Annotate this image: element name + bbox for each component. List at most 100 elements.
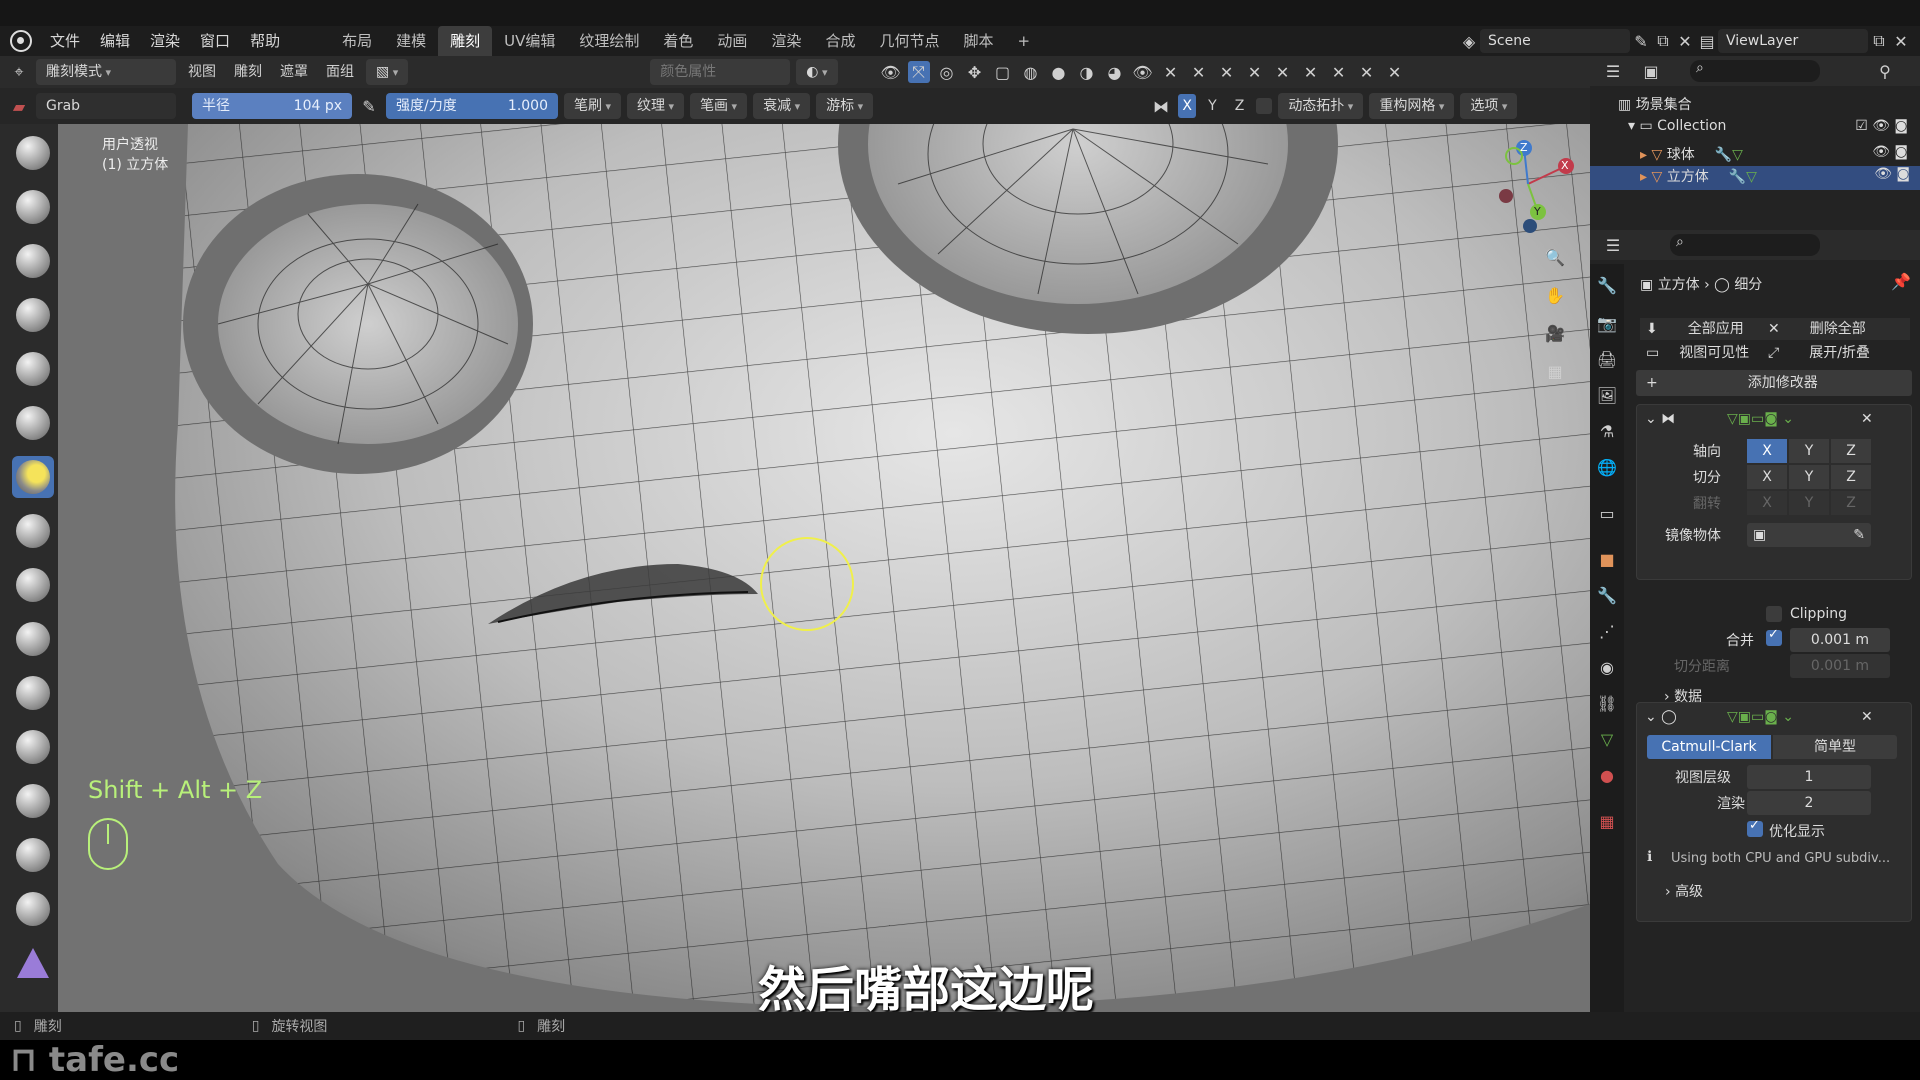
menu-render[interactable]: 渲染 <box>140 26 190 56</box>
wireframe-icon[interactable]: ◍ <box>1020 61 1042 83</box>
viewport-visibility-button[interactable]: ▭ 视图可见性 <box>1640 342 1749 362</box>
pressure-pen-icon[interactable]: ✎ <box>358 95 380 117</box>
dyntopo-dropdown[interactable]: 动态拓扑 <box>1278 93 1364 119</box>
tab-animation[interactable]: 动画 <box>705 26 759 56</box>
pin-properties-icon[interactable]: 📌 <box>1890 270 1912 292</box>
properties-search-input[interactable]: ⌕ <box>1670 234 1820 256</box>
clipping-checkbox[interactable] <box>1766 606 1782 622</box>
snap-icon-6[interactable]: ✕ <box>1328 61 1350 83</box>
color-attr-icon[interactable]: ▧ <box>366 59 409 85</box>
expand-collapse-button[interactable]: ⤢ 展开/折叠 <box>1768 342 1870 362</box>
menu-window[interactable]: 窗口 <box>190 26 240 56</box>
camera-icon[interactable]: 🎥 <box>1544 322 1566 344</box>
tool-grab[interactable] <box>12 456 54 498</box>
menu-view[interactable]: 视图 <box>182 59 222 85</box>
bisect-x-toggle[interactable]: X <box>1747 465 1787 489</box>
advanced-subpanel-toggle[interactable]: › 高级 <box>1665 881 1703 901</box>
mirror-delete-icon[interactable]: ✕ <box>1861 411 1873 427</box>
menu-sculpt[interactable]: 雕刻 <box>228 59 268 85</box>
bisect-distance-field[interactable]: 0.001 m <box>1790 654 1890 678</box>
menu-help[interactable]: 帮助 <box>240 26 290 56</box>
pin-overlay-icon[interactable]: ✕ <box>1160 61 1182 83</box>
scene-tab-icon[interactable]: ⚗ <box>1596 420 1618 442</box>
tab-texture-paint[interactable]: 纹理绘制 <box>567 26 651 56</box>
subsurf-delete-icon[interactable]: ✕ <box>1861 709 1873 725</box>
merge-distance-field[interactable]: 0.001 m <box>1790 628 1890 652</box>
tool-rotate[interactable] <box>12 780 54 822</box>
scene-selector[interactable]: Scene <box>1480 29 1630 53</box>
tool-pose[interactable] <box>12 672 54 714</box>
snap-icon-2[interactable]: ✕ <box>1216 61 1238 83</box>
tool-layer[interactable] <box>12 348 54 390</box>
tool-clay-strips[interactable] <box>12 294 54 336</box>
tool-inflate[interactable] <box>12 402 54 444</box>
bisect-z-toggle[interactable]: Z <box>1831 465 1871 489</box>
tool-draw[interactable] <box>12 132 54 174</box>
add-modifier-button[interactable]: + 添加修改器 <box>1636 370 1912 396</box>
world-tab-icon[interactable]: 🌐 <box>1596 456 1618 478</box>
cube-visibility-icon[interactable]: 👁 ◙ <box>1874 166 1910 182</box>
add-workspace-button[interactable]: + <box>1005 26 1042 56</box>
collection-row[interactable]: ▾ ▭ Collection ☑ 👁 ◙ <box>1628 118 1918 134</box>
overlay-icon[interactable]: ◎ <box>936 61 958 83</box>
tab-scripting[interactable]: 脚本 <box>951 26 1005 56</box>
new-viewlayer-icon[interactable]: ⧉ <box>1868 30 1890 52</box>
new-scene-icon[interactable]: ⧉ <box>1652 30 1674 52</box>
properties-editor-icon[interactable]: ☰ <box>1602 234 1624 256</box>
physics-tab-icon[interactable]: ◉ <box>1596 656 1618 678</box>
ortho-grid-icon[interactable]: ▦ <box>1544 360 1566 382</box>
menu-mask[interactable]: 遮罩 <box>274 59 314 85</box>
view-layer-tab-icon[interactable]: 🖼 <box>1596 384 1618 406</box>
render-tab-icon[interactable]: 📷 <box>1596 312 1618 334</box>
render-levels-field[interactable]: 2 <box>1747 791 1871 815</box>
outliner-item-cube[interactable]: ▸ ▽ 立方体 🔧▽ 👁 ◙ <box>1590 166 1920 190</box>
flip-y-toggle[interactable]: Y <box>1789 491 1829 515</box>
symmetry-z[interactable]: Z <box>1229 93 1251 119</box>
falloff-dropdown[interactable]: 衰减 <box>753 93 811 119</box>
axis-z-toggle[interactable]: Z <box>1831 439 1871 463</box>
snap-icon-8[interactable]: ✕ <box>1384 61 1406 83</box>
stroke-dropdown[interactable]: 笔画 <box>690 93 748 119</box>
filter-icon[interactable]: ⚲ <box>1874 60 1896 82</box>
strength-slider[interactable]: 强度/力度 1.000 <box>386 93 558 119</box>
solid-icon[interactable]: ● <box>1048 61 1070 83</box>
cursor-dropdown[interactable]: 游标 <box>816 93 874 119</box>
brush-color-icon[interactable]: ▰ <box>8 95 30 117</box>
flip-z-toggle[interactable]: Z <box>1831 491 1871 515</box>
material-tab-icon[interactable]: ● <box>1596 764 1618 786</box>
axis-y-toggle[interactable]: Y <box>1789 439 1829 463</box>
xray-icon[interactable]: ▢ <box>992 61 1014 83</box>
viewlayer-icon[interactable]: ▤ <box>1696 30 1718 52</box>
menu-edit[interactable]: 编辑 <box>90 26 140 56</box>
collection-visibility-icon[interactable]: ☑ 👁 ◙ <box>1855 118 1908 134</box>
flip-x-toggle[interactable]: X <box>1747 491 1787 515</box>
subsurf-collapse-icon[interactable]: ⌄ ◯ <box>1645 709 1677 725</box>
tool-snake-hook[interactable] <box>12 564 54 606</box>
levels-viewport-field[interactable]: 1 <box>1747 765 1871 789</box>
pan-hand-icon[interactable]: ✋ <box>1544 284 1566 306</box>
menu-face-sets[interactable]: 面组 <box>320 59 360 85</box>
tool-cloth[interactable] <box>12 888 54 930</box>
tool-elastic[interactable] <box>12 510 54 552</box>
output-tab-icon[interactable]: 🖨 <box>1596 348 1618 370</box>
options-dropdown[interactable]: 选项 <box>1460 93 1518 119</box>
object-tab-icon[interactable]: ■ <box>1596 548 1618 570</box>
outliner-display-mode-icon[interactable]: ▣ <box>1640 60 1662 82</box>
close-icon[interactable]: ✕ <box>1674 30 1696 52</box>
tab-sculpting[interactable]: 雕刻 <box>438 26 493 56</box>
snap-icon-1[interactable]: ✕ <box>1188 61 1210 83</box>
viewlayer-selector[interactable]: ViewLayer <box>1718 29 1868 53</box>
mirror-display-icons[interactable]: ▽▣▭◙ ⌄ <box>1727 411 1794 427</box>
texture-tab-icon[interactable]: ▦ <box>1596 810 1618 832</box>
tool-multires-displace[interactable] <box>12 834 54 876</box>
radius-slider[interactable]: 半径 104 px <box>192 93 352 119</box>
catmull-clark-button[interactable]: Catmull-Clark <box>1647 735 1771 759</box>
shading-mode-icon[interactable]: ◐ <box>796 59 838 85</box>
brush-dropdown[interactable]: 笔刷 <box>564 93 622 119</box>
tool-nudge[interactable] <box>12 726 54 768</box>
bisect-y-toggle[interactable]: Y <box>1789 465 1829 489</box>
outliner-item-sphere[interactable]: ▸ ▽ 球体 🔧▽ 👁 ◙ <box>1640 144 1918 164</box>
symmetry-y[interactable]: Y <box>1202 93 1223 119</box>
tab-uv-editing[interactable]: UV编辑 <box>492 26 567 56</box>
snap-icon-5[interactable]: ✕ <box>1300 61 1322 83</box>
